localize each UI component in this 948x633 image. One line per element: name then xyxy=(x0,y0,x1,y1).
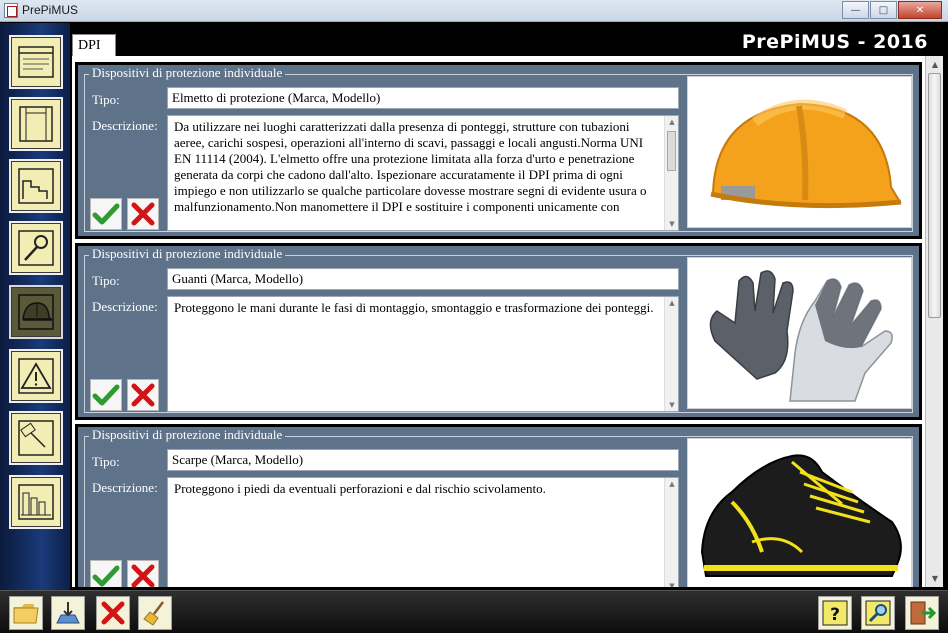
descrizione-label: Descrizione: xyxy=(92,480,158,495)
confirm-button[interactable] xyxy=(90,379,122,411)
scaffold-frame-icon xyxy=(19,106,53,142)
tipo-field[interactable]: Scarpe (Marca, Modello) xyxy=(167,449,679,471)
sidebar-item-buildings[interactable] xyxy=(9,159,63,213)
close-button[interactable]: ✕ xyxy=(898,1,942,19)
red-x-icon xyxy=(131,202,155,226)
confirm-button[interactable] xyxy=(90,198,122,230)
help-glyph: ? xyxy=(830,605,840,625)
helmet-photo xyxy=(687,76,912,228)
warning-icon xyxy=(18,358,54,394)
helmet-icon xyxy=(18,294,54,330)
textarea-scrollbar[interactable]: ▲ ▼ xyxy=(664,297,678,411)
sidebar-item-dpi[interactable] xyxy=(9,285,63,339)
delete-button[interactable] xyxy=(127,379,159,411)
sidebar-item-edit[interactable] xyxy=(9,411,63,465)
minimize-button[interactable]: — xyxy=(842,1,869,19)
import-button[interactable] xyxy=(51,596,85,630)
scroll-up-icon[interactable]: ▲ xyxy=(926,56,944,73)
tab-dpi[interactable]: DPI xyxy=(72,34,116,56)
sidebar-item-warning[interactable] xyxy=(9,349,63,403)
dpi-card: Dispositivi di protezione individuale Ti… xyxy=(75,243,922,420)
sidebar-item-layout[interactable] xyxy=(9,35,63,89)
tipo-label: Tipo: xyxy=(92,273,120,288)
checkmark-icon xyxy=(92,384,120,406)
help-icon: ? xyxy=(822,600,848,626)
delete-button[interactable] xyxy=(127,198,159,230)
tipo-label: Tipo: xyxy=(92,92,120,107)
checkmark-icon xyxy=(92,565,120,587)
broom-icon xyxy=(143,601,164,626)
exit-button[interactable] xyxy=(905,596,939,630)
scroll-thumb[interactable] xyxy=(928,73,941,318)
shoes-image xyxy=(700,453,902,577)
helmet-image xyxy=(709,99,902,209)
scroll-down-icon[interactable]: ▼ xyxy=(926,570,944,587)
descrizione-text: Proteggono le mani durante le fasi di mo… xyxy=(174,300,654,315)
plan-chart-icon xyxy=(18,484,54,520)
bottom-toolbar: ? xyxy=(0,590,948,633)
tipo-field[interactable]: Guanti (Marca, Modello) xyxy=(167,268,679,290)
exit-icon xyxy=(910,601,936,625)
open-folder-button[interactable] xyxy=(9,596,43,630)
folder-icon xyxy=(13,604,39,624)
window-controls: — □ ✕ xyxy=(842,1,942,19)
dpi-card: Dispositivi di protezione individuale Ti… xyxy=(75,62,922,239)
descrizione-label: Descrizione: xyxy=(92,118,158,133)
clear-button[interactable] xyxy=(138,596,172,630)
descrizione-text: Da utilizzare nei luoghi caratterizzati … xyxy=(174,119,647,214)
main-scrollbar[interactable]: ▲ ▼ xyxy=(925,56,943,587)
dpi-list: Dispositivi di protezione individuale Ti… xyxy=(72,56,925,587)
sidebar-item-inspection[interactable] xyxy=(9,221,63,275)
card-legend: Dispositivi di protezione individuale xyxy=(89,427,286,443)
descrizione-textarea[interactable]: Proteggono le mani durante le fasi di mo… xyxy=(167,296,679,412)
search-button[interactable] xyxy=(861,596,895,630)
brand-title: PrePiMUS - 2016 xyxy=(741,31,928,53)
red-x-icon xyxy=(131,383,155,407)
checkmark-icon xyxy=(92,203,120,225)
confirm-button[interactable] xyxy=(90,560,122,587)
help-button[interactable]: ? xyxy=(818,596,852,630)
search-icon xyxy=(865,600,891,626)
delete-button[interactable] xyxy=(127,560,159,587)
shoes-photo xyxy=(687,438,912,587)
gloves-photo xyxy=(687,257,912,409)
delete-icon xyxy=(101,601,125,625)
window-title: PrePiMUS xyxy=(22,3,79,17)
descrizione-label: Descrizione: xyxy=(92,299,158,314)
search-tool-icon xyxy=(18,230,54,266)
title-bar: PrePiMUS — □ ✕ xyxy=(0,0,948,22)
buildings-icon xyxy=(18,168,54,204)
textarea-scrollbar[interactable]: ▲ ▼ xyxy=(664,478,678,587)
red-x-icon xyxy=(131,564,155,587)
tipo-field[interactable]: Elmetto di protezione (Marca, Modello) xyxy=(167,87,679,109)
app-window: PrePiMUS — □ ✕ DPI PrePiMUS - 2016 Dispo… xyxy=(0,0,948,633)
edit-sheet-icon xyxy=(18,420,54,456)
descrizione-textarea[interactable]: Da utilizzare nei luoghi caratterizzati … xyxy=(167,115,679,231)
sidebar-item-plan[interactable] xyxy=(9,475,63,529)
window-layout-icon xyxy=(18,46,54,78)
tipo-label: Tipo: xyxy=(92,454,120,469)
delete-all-button[interactable] xyxy=(96,596,130,630)
app-icon xyxy=(4,3,18,18)
descrizione-text: Proteggono i piedi da eventuali perforaz… xyxy=(174,481,546,496)
textarea-scrollbar[interactable]: ▲ ▼ xyxy=(664,116,678,230)
sidebar-item-scaffold[interactable] xyxy=(9,97,63,151)
maximize-button[interactable]: □ xyxy=(870,1,897,19)
descrizione-textarea[interactable]: Proteggono i piedi da eventuali perforaz… xyxy=(167,477,679,587)
card-legend: Dispositivi di protezione individuale xyxy=(89,65,286,81)
left-sidebar xyxy=(0,23,70,590)
import-icon xyxy=(56,602,80,624)
card-legend: Dispositivi di protezione individuale xyxy=(89,246,286,262)
dpi-card: Dispositivi di protezione individuale Ti… xyxy=(75,424,922,587)
gloves-image xyxy=(709,269,893,402)
